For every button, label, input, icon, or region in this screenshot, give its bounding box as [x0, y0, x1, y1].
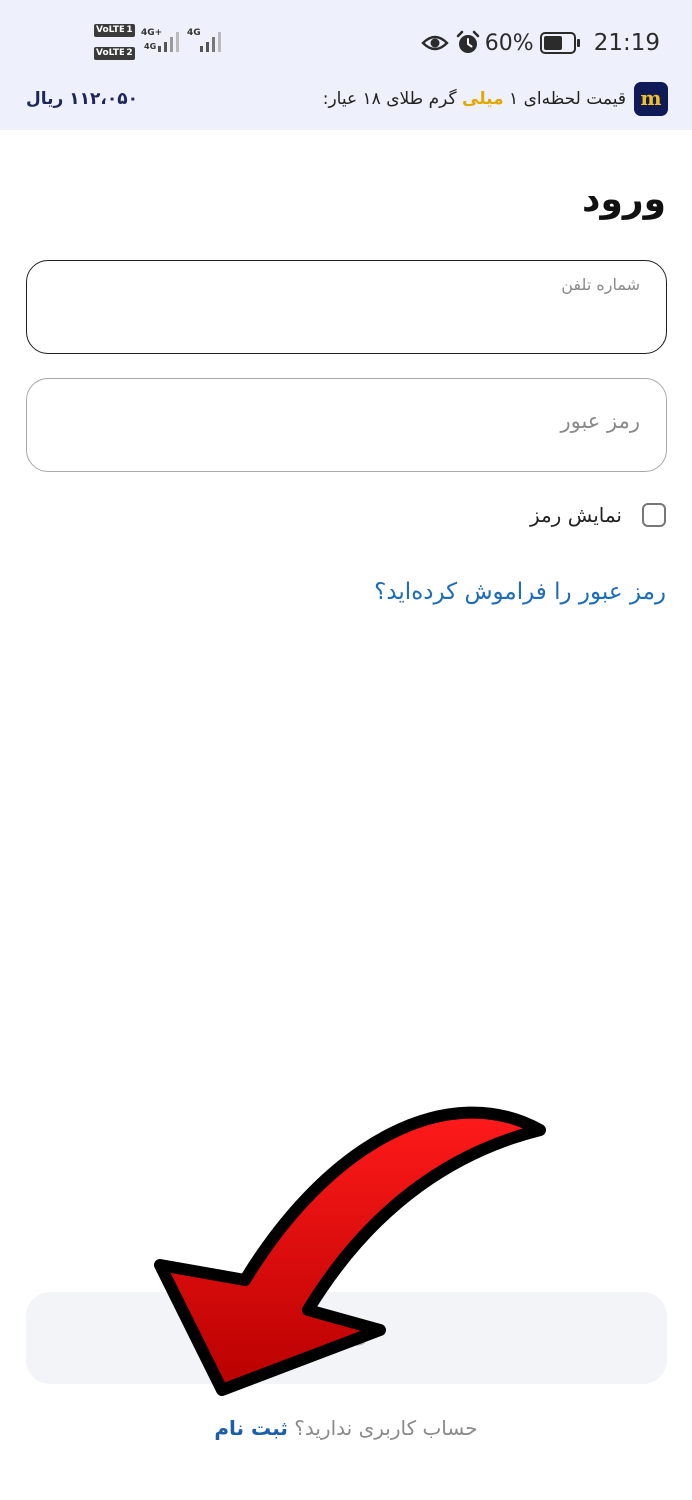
- show-password-checkbox[interactable]: [642, 503, 666, 527]
- phone-field-label: شماره تلفن: [561, 275, 640, 294]
- gold-text-highlight: میلی: [462, 89, 504, 109]
- network-type-1-sub: 4G: [144, 42, 157, 51]
- forgot-password-link[interactable]: رمز عبور را فراموش کرده‌اید؟: [374, 574, 666, 610]
- gold-price-value: ۱۱۲،۰۵۰ ریال: [26, 89, 138, 109]
- show-password-label: نمایش رمز: [529, 503, 622, 527]
- password-placeholder: رمز عبور: [560, 409, 640, 433]
- gold-text-after: گرم طلای ۱۸ عیار:: [322, 89, 463, 109]
- signal-bars-icon-2: [200, 32, 221, 52]
- alarm-icon: [456, 30, 480, 53]
- phone-field[interactable]: شماره تلفن: [26, 260, 667, 354]
- sim-number-2: 2: [124, 47, 135, 60]
- sim-number-1: 1: [124, 24, 135, 37]
- top-area: VoLTE 1 VoLTE 2 4G+ 4G 4G 60% 21:19 m قی…: [0, 0, 692, 130]
- status-right: 60% 21:19: [421, 26, 660, 60]
- gold-price-ticker[interactable]: m قیمت لحظه‌ای ۱ میلی گرم طلای ۱۸ عیار: …: [26, 82, 668, 116]
- app-logo-icon: m: [634, 82, 668, 116]
- volte-badge-1: VoLTE: [94, 24, 128, 37]
- password-field[interactable]: رمز عبور: [26, 378, 667, 472]
- eye-icon: [421, 35, 449, 51]
- battery-icon: [539, 32, 580, 54]
- status-bar: VoLTE 1 VoLTE 2 4G+ 4G 4G 60% 21:19: [0, 0, 692, 86]
- page-title: ورود: [582, 179, 666, 220]
- gold-price-caption: قیمت لحظه‌ای ۱ میلی گرم طلای ۱۸ عیار:: [323, 86, 626, 112]
- battery-percent: 60%: [484, 30, 534, 56]
- show-password-toggle[interactable]: نمایش رمز: [530, 498, 666, 532]
- sim-signal-block: VoLTE 1 VoLTE 2 4G+ 4G 4G: [94, 22, 224, 64]
- volte-badge-2: VoLTE: [94, 47, 128, 60]
- red-arrow-annotation: [154, 1106, 546, 1396]
- clock: 21:19: [593, 30, 660, 56]
- gold-text-before: قیمت لحظه‌ای ۱: [503, 89, 626, 109]
